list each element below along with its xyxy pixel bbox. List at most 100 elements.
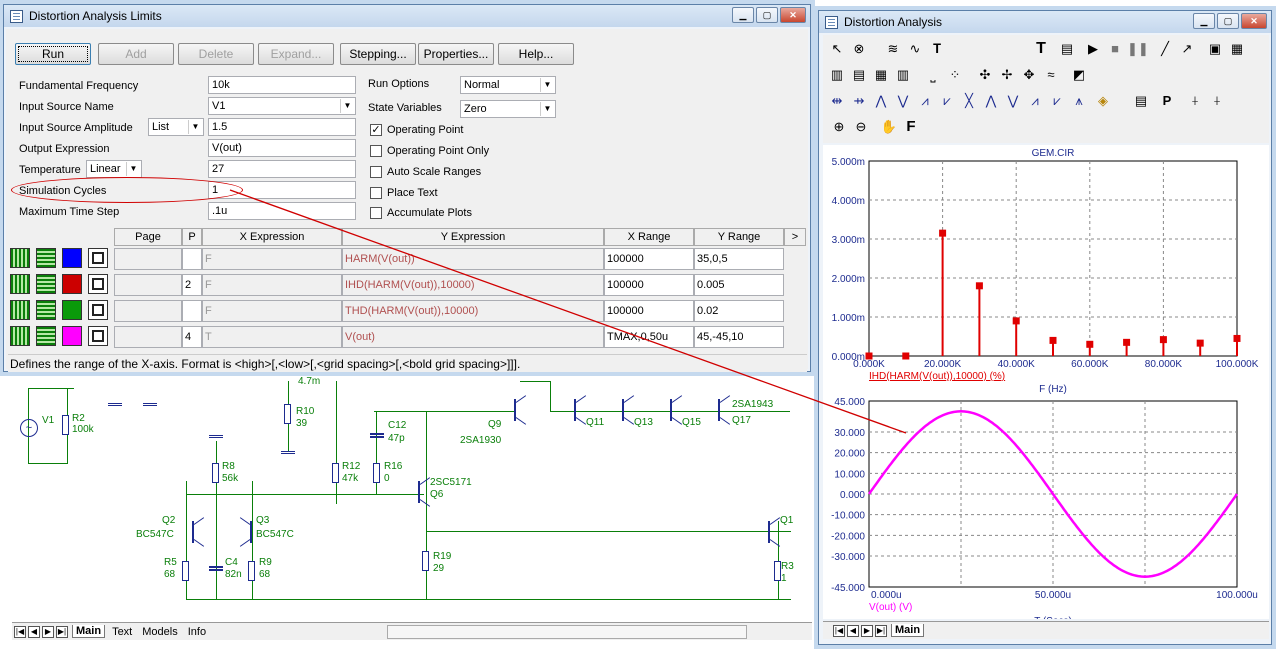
zoom-in-icon[interactable]: ⊕ (829, 117, 849, 137)
pan-icon[interactable]: ✋ (879, 117, 899, 137)
close-icon[interactable]: ✕ (1241, 13, 1267, 29)
plot-props-icon[interactable]: ◩ (1069, 65, 1089, 85)
color-swatch[interactable] (62, 248, 82, 268)
next-page-button[interactable]: ▶ (42, 625, 54, 638)
cursor3-icon[interactable]: ✥ (1019, 65, 1039, 85)
input-source-amplitude-field[interactable]: 1.5 (208, 118, 356, 136)
page-cell[interactable] (114, 274, 182, 296)
right-cursor-icon[interactable]: ⇸ (849, 91, 869, 111)
horizontal-scrollbar[interactable] (387, 624, 748, 639)
page-cell[interactable] (114, 300, 182, 322)
plot-next-page-button[interactable]: ▶ (861, 624, 873, 637)
stepping-button[interactable]: Stepping... (340, 43, 416, 65)
horizontal-grid-icon[interactable]: ▤ (849, 65, 869, 85)
auto-scale-ranges-checkbox[interactable] (370, 166, 382, 178)
x-range-cell[interactable]: 100000 (604, 274, 694, 296)
high-icon[interactable]: ⩘ (915, 91, 935, 111)
color-swatch[interactable] (62, 326, 82, 346)
table-icon[interactable]: ▤ (1131, 91, 1151, 111)
inflection-icon[interactable]: ╳ (959, 91, 979, 111)
select-arrow-icon[interactable]: ↖ (827, 39, 847, 59)
plot-style-icon[interactable] (10, 248, 30, 268)
maximize-icon[interactable]: ▢ (1217, 13, 1239, 29)
first-page-button[interactable]: |◀ (14, 625, 26, 638)
grid-icon[interactable]: ▦ (1227, 39, 1247, 59)
place-text-checkbox[interactable] (370, 187, 382, 199)
valley-icon[interactable]: ⋁ (893, 91, 913, 111)
top-icon[interactable]: ⩘ (1025, 91, 1045, 111)
line-style-icon[interactable] (36, 300, 56, 320)
maximum-time-step-field[interactable]: .1u (208, 202, 356, 220)
delete-button[interactable]: Delete (178, 43, 254, 65)
operating-point-checkbox[interactable]: ✓ (370, 124, 382, 136)
left-cursor-icon[interactable]: ⇹ (827, 91, 847, 111)
dialog-maximize-icon[interactable]: ▢ (756, 7, 778, 23)
color-swatch[interactable] (62, 274, 82, 294)
tab-models[interactable]: Models (139, 626, 180, 638)
add-button[interactable]: Add (98, 43, 174, 65)
plot-window-titlebar[interactable]: Distortion Analysis ▁ ▢ ✕ (819, 11, 1271, 33)
p-cell[interactable]: 4 (182, 326, 202, 348)
temperature-field[interactable]: 27 (208, 160, 356, 178)
slope-icon[interactable]: ⩚ (1069, 91, 1089, 111)
plot-first-page-button[interactable]: |◀ (833, 624, 845, 637)
temperature-mode-select[interactable]: Linear ▼ (86, 160, 142, 178)
accumulate-plots-checkbox[interactable] (370, 207, 382, 219)
y-range-cell[interactable]: 45,-45,10 (694, 326, 784, 348)
color-swatch[interactable] (62, 300, 82, 320)
x-expression-cell[interactable]: F (202, 274, 342, 296)
x-expression-cell[interactable]: F (202, 300, 342, 322)
p-cell[interactable]: 2 (182, 274, 202, 296)
global-high-icon[interactable]: ⋀ (981, 91, 1001, 111)
run-button[interactable]: Run (15, 43, 91, 65)
peak-icon[interactable]: ⋀ (871, 91, 891, 111)
properties-button[interactable]: Properties... (418, 43, 494, 65)
y-expression-cell[interactable]: HARM(V(out)) (342, 248, 604, 270)
font-icon[interactable]: F (901, 117, 921, 137)
page-cell[interactable] (114, 248, 182, 270)
y-range-cell[interactable]: 0.02 (694, 300, 784, 322)
cursor-icon[interactable]: ✣ (975, 65, 995, 85)
mark2-icon[interactable]: ⍭ (1207, 91, 1227, 111)
run-icon[interactable]: ▶ (1083, 39, 1103, 59)
scatter-icon[interactable]: ⁘ (945, 65, 965, 85)
x-range-cell[interactable]: 100000 (604, 248, 694, 270)
minimize-icon[interactable]: ▁ (1193, 13, 1215, 29)
cursor2-icon[interactable]: ✢ (997, 65, 1017, 85)
operating-point-only-checkbox[interactable] (370, 145, 382, 157)
run-options-select[interactable]: Normal ▼ (460, 76, 556, 94)
mark-icon[interactable]: ⍭ (1185, 91, 1205, 111)
stop-icon[interactable]: ■ (1105, 39, 1125, 59)
global-low-icon[interactable]: ⋁ (1003, 91, 1023, 111)
format-icon[interactable] (88, 248, 108, 268)
text-icon[interactable]: 𝐓 (927, 39, 947, 59)
format-icon[interactable] (88, 326, 108, 346)
x-range-cell[interactable]: 100000 (604, 300, 694, 322)
line-style-icon[interactable] (36, 274, 56, 294)
arrow-line-icon[interactable]: ↗ (1177, 39, 1197, 59)
low-icon[interactable]: ⩗ (937, 91, 957, 111)
x-expression-cell[interactable]: T (202, 326, 342, 348)
x-expression-cell[interactable]: F (202, 248, 342, 270)
fundamental-frequency-field[interactable]: 10k (208, 76, 356, 94)
page-cell[interactable] (114, 326, 182, 348)
properties-icon[interactable]: ▤ (1057, 39, 1077, 59)
plot-style-icon[interactable] (10, 326, 30, 346)
minor-grid-icon[interactable]: ▦ (871, 65, 891, 85)
amplitude-mode-select[interactable]: List ▼ (148, 118, 204, 136)
y-range-cell[interactable]: 0.005 (694, 274, 784, 296)
plot-tab-main[interactable]: Main (891, 624, 925, 637)
col-header-more[interactable]: > (784, 228, 806, 246)
smooth-icon[interactable]: ≈ (1041, 65, 1061, 85)
p-cell[interactable] (182, 248, 202, 270)
plot-style-icon[interactable] (10, 274, 30, 294)
y-expression-cell[interactable]: THD(HARM(V(out)),10000) (342, 300, 604, 322)
pause-icon[interactable]: ❚❚ (1127, 39, 1149, 59)
line-style-icon[interactable] (36, 326, 56, 346)
output-expression-field[interactable]: V(out) (208, 139, 356, 157)
dialog-titlebar[interactable]: Distortion Analysis Limits ▁ ▢ ✕ (4, 5, 810, 27)
x-range-cell[interactable]: TMAX,0,50u (604, 326, 694, 348)
line-icon[interactable]: ╱ (1155, 39, 1175, 59)
bottom-icon[interactable]: ⩗ (1047, 91, 1067, 111)
schematic-canvas[interactable]: ~ V1 R2 100k 4.7m R10 39 C12 47p R8 56k … (0, 370, 815, 655)
